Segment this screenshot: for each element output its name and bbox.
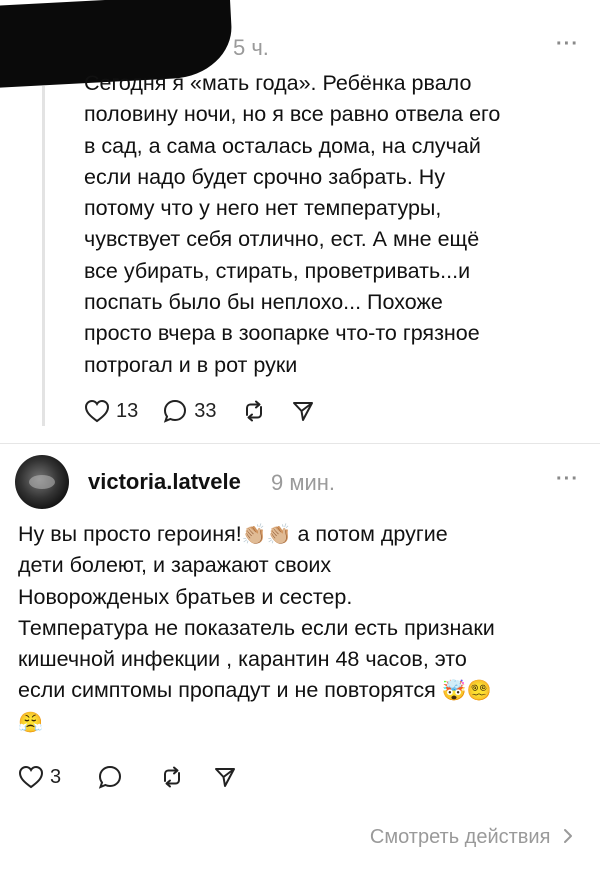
post-text: Сегодня я «мать года». Ребёнка рвало пол… [84,71,501,377]
comment-icon [164,399,187,423]
post-share-button[interactable] [291,399,315,423]
chevron-right-icon [564,829,572,843]
send-icon [215,768,236,787]
reply-text-start: Ну вы просто героиня! [18,522,242,546]
steam-face-emoji: 😤 [18,709,43,734]
post-more-button[interactable]: ··· [556,33,579,56]
face-emoji: 🤯😵‍💫 [441,678,492,703]
reply-more-button[interactable]: ··· [556,468,579,491]
post-actions: 13 33 [84,398,339,424]
reply-comment-button[interactable] [97,764,123,790]
clap-emoji: 👏🏼👏🏼 [241,522,292,546]
reply-like-button[interactable]: 3 [18,765,61,789]
reply-username[interactable]: victoria.latvele [88,469,241,495]
post-like-button[interactable]: 13 [84,399,138,423]
reply-text: Ну вы просто героиня!👏🏼👏🏼 а потом другие… [18,519,588,738]
reply-text-line1-end: а потом другие [291,522,448,546]
reply-like-count: 3 [50,765,62,788]
post-repost-button[interactable] [241,399,267,423]
view-activity-link[interactable]: Смотреть действия [370,826,574,849]
repost-icon [164,766,181,788]
send-icon [292,402,313,421]
post-time: 5 ч. [233,35,269,60]
thread-line [42,86,45,426]
divider [0,443,600,444]
heart-icon [84,399,110,423]
reply-text-body: дети болеют, и заражают своих Новорожден… [18,553,495,703]
reply-repost-button[interactable] [159,765,185,789]
reply-time: 9 мин. [271,470,336,495]
repost-icon [245,400,262,422]
post-comment-count: 33 [194,399,217,422]
heart-icon [18,765,44,789]
reply-share-button[interactable] [213,765,237,789]
avatar[interactable] [15,455,69,509]
view-activity-label: Смотреть действия [369,826,551,848]
comment-icon [98,765,122,789]
post-comment-button[interactable]: 33 [162,398,217,424]
reply-actions: 3 [18,764,261,790]
post-like-count: 13 [116,399,139,422]
